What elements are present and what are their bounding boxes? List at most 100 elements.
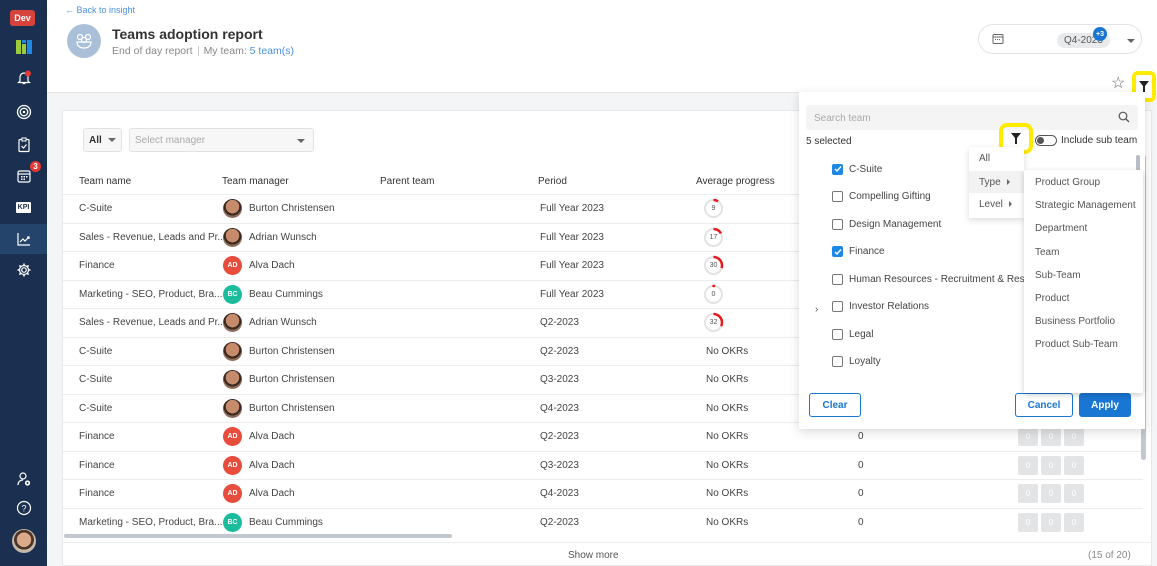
team-name[interactable]: Finance [79, 260, 115, 271]
period: Full Year 2023 [540, 288, 604, 300]
checkbox[interactable] [832, 191, 843, 202]
sidebar-item-goals[interactable] [0, 98, 47, 126]
show-more-button[interactable]: Show more [568, 550, 619, 561]
svg-text:?: ? [21, 504, 26, 514]
type-option[interactable]: Product [1035, 293, 1069, 304]
include-sub-team-toggle[interactable] [1035, 135, 1057, 146]
type-option[interactable]: Department [1035, 223, 1087, 234]
column-header-parent-team[interactable]: Parent team [380, 176, 434, 187]
team-name[interactable]: C-Suite [79, 403, 112, 414]
filter-menu-item-all[interactable]: All [969, 147, 1024, 169]
team-option[interactable]: Investor Relations [832, 300, 929, 314]
sidebar-item-notifications[interactable] [0, 64, 47, 92]
column-header-period[interactable]: Period [538, 176, 567, 187]
manager-avatar [223, 341, 242, 361]
team-name[interactable]: Finance [79, 488, 115, 499]
progress-value: 9 [711, 205, 716, 212]
checkbox[interactable] [832, 246, 843, 257]
sidebar-item-settings[interactable] [0, 256, 47, 284]
sidebar-item-help[interactable]: ? [0, 494, 47, 522]
app-logo[interactable] [0, 33, 47, 61]
cancel-button[interactable]: Cancel [1015, 393, 1073, 417]
kpi-icon: KPI [15, 201, 32, 213]
scope-select[interactable]: All [83, 128, 122, 152]
team-option-label: Compelling Gifting [849, 191, 931, 202]
table-row[interactable]: Marketing - SEO, Product, Bra... BC Beau C… [63, 507, 1143, 536]
period: Full Year 2023 [540, 231, 604, 243]
team-option[interactable]: Legal [832, 327, 873, 341]
type-option[interactable]: Business Portfolio [1035, 316, 1115, 327]
period: Q4-2023 [540, 488, 579, 499]
team-name[interactable]: Finance [79, 460, 115, 471]
sidebar-item-kpi[interactable]: KPI [0, 193, 47, 221]
page-title: Teams adoption report [112, 26, 263, 42]
team-name[interactable]: C-Suite [79, 374, 112, 385]
no-okrs: No OKRs [706, 374, 749, 385]
team-name[interactable]: Marketing - SEO, Product, Bra... [79, 517, 222, 528]
team-option[interactable]: Human Resources - Recruitment & Resou [832, 272, 1036, 286]
table-row[interactable]: Finance AD Alva Dach Q3-2023 No OKRs 0 0 0 0 [63, 450, 1143, 479]
period: Q2-2023 [540, 317, 579, 328]
team-option[interactable]: Finance [832, 245, 885, 259]
team-option-label: Loyalty [849, 356, 881, 367]
okr-count: 0 [858, 488, 864, 499]
sidebar-item-user-settings[interactable] [0, 465, 47, 493]
sidebar-item-checkins[interactable] [0, 131, 47, 159]
calendar-icon [992, 34, 1004, 44]
type-option[interactable]: Product Sub-Team [1035, 339, 1118, 350]
manager-select[interactable]: Select manager [129, 128, 314, 152]
period: Q2-2023 [540, 516, 579, 528]
team-option[interactable]: Design Management [832, 217, 941, 231]
horizontal-scrollbar[interactable] [64, 534, 452, 538]
checkbox[interactable] [832, 301, 843, 312]
team-name[interactable]: C-Suite [79, 203, 112, 214]
sidebar-item-calendar[interactable]: 3 [0, 161, 47, 190]
progress-value: 17 [709, 233, 718, 241]
checkbox[interactable] [832, 163, 843, 175]
expand-chevron-icon[interactable]: › [815, 304, 818, 315]
period: Q3-2023 [540, 374, 579, 385]
back-to-insight-link[interactable]: ← Back to insight [65, 5, 135, 15]
chevron-down-icon [107, 138, 116, 142]
status-count-box: 0 [1018, 427, 1038, 446]
bell-icon [16, 70, 31, 85]
checkbox[interactable] [832, 328, 843, 340]
team-name[interactable]: Sales - Revenue, Leads and Pr... [79, 232, 226, 243]
filter-menu-item-type[interactable]: Type [969, 171, 1024, 193]
column-header-average-progress[interactable]: Average progress [696, 176, 775, 187]
sidebar-item-insights[interactable] [0, 224, 47, 254]
type-option[interactable]: Product Group [1035, 177, 1100, 188]
my-team-link[interactable]: 5 team(s) [250, 45, 294, 57]
status-count-box: 0 [1064, 512, 1084, 532]
period-selector[interactable]: Q4-2023 +3 [978, 24, 1142, 54]
type-option[interactable]: Sub-Team [1035, 270, 1081, 281]
filter-menu-item-level[interactable]: Level [969, 193, 1024, 215]
filter-icon [1139, 81, 1149, 92]
favorite-star-icon[interactable]: ☆ [1111, 73, 1125, 93]
team-name[interactable]: Sales - Revenue, Leads and Pr... [79, 317, 226, 328]
clear-button[interactable]: Clear [809, 393, 861, 417]
team-icon [67, 24, 101, 58]
column-header-team-manager[interactable]: Team manager [222, 176, 289, 187]
checkbox[interactable] [832, 218, 843, 230]
type-option[interactable]: Team [1035, 247, 1059, 258]
team-name[interactable]: C-Suite [79, 346, 112, 357]
search-team-input[interactable]: Search team [806, 105, 1138, 130]
apply-button[interactable]: Apply [1079, 393, 1131, 417]
team-option[interactable]: Compelling Gifting [832, 190, 931, 204]
team-option[interactable]: Loyalty [832, 355, 881, 369]
team-name[interactable]: Finance [79, 431, 115, 442]
team-name[interactable]: Marketing - SEO, Product, Bra... [79, 289, 222, 300]
target-icon [16, 104, 31, 120]
column-header-team-name[interactable]: Team name [79, 176, 131, 187]
sidebar-item-profile[interactable] [0, 526, 47, 556]
checkbox[interactable] [832, 356, 843, 367]
manager-avatar: BC [223, 284, 242, 304]
team-option[interactable]: C-Suite [832, 162, 882, 176]
checkbox[interactable] [832, 273, 843, 285]
type-option[interactable]: Strategic Management [1035, 200, 1136, 211]
table-footer: Show more (15 of 20) [63, 542, 1151, 566]
table-row[interactable]: Finance AD Alva Dach Q4-2023 No OKRs 0 0 0 0 [63, 479, 1143, 507]
period: Q2-2023 [540, 345, 579, 357]
status-count-box: 0 [1018, 484, 1038, 503]
